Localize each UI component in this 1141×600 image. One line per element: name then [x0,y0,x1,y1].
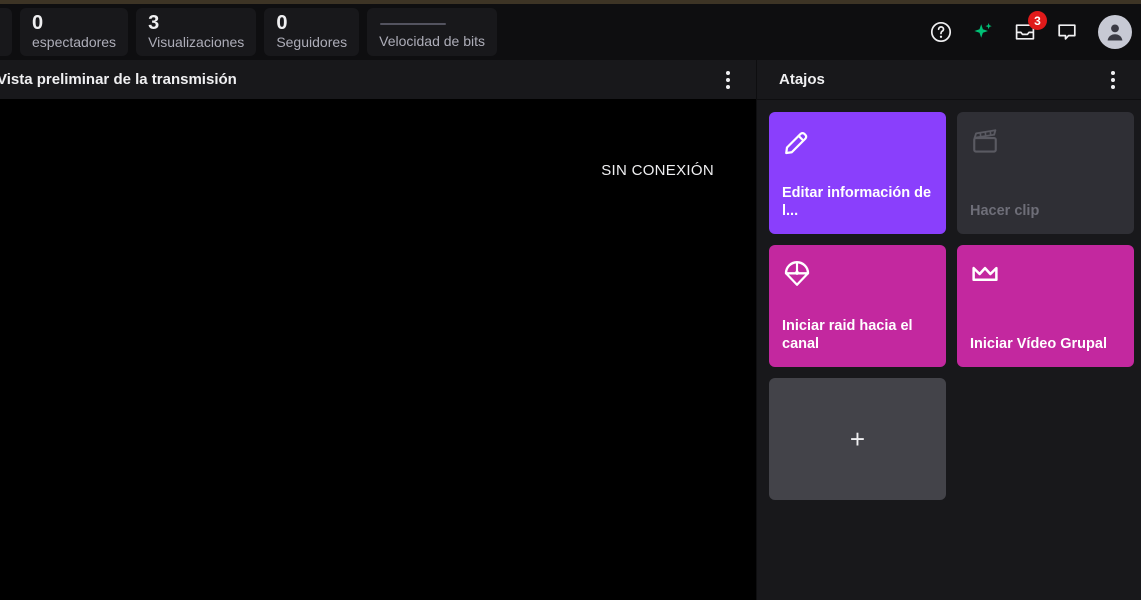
stat-label-bitrate: Velocidad de bits [379,32,485,49]
shortcuts-panel: Atajos Editar información de l... Hacer … [757,60,1141,600]
crown-icon [970,259,1121,289]
plus-icon: + [849,424,866,454]
stat-card-viewers[interactable]: 0 espectadores [20,8,129,56]
dashboard-header: 0 espectadores 3 Visualizaciones 0 Segui… [0,4,1141,60]
stat-card-views[interactable]: 3 Visualizaciones [136,8,257,56]
shortcut-start-squad-stream[interactable]: Iniciar Vídeo Grupal [957,245,1134,367]
shortcut-label-create-clip: Hacer clip [970,203,1040,219]
stat-value-bitrate-placeholder [380,22,447,25]
header-actions: 3 [928,11,1141,49]
shortcut-label-edit-stream-info: Editar información de l... [782,185,932,219]
stat-value-followers: 0 [276,11,288,34]
offline-status-label: SIN CONEXIÓN [601,162,714,179]
shortcut-create-clip: Hacer clip [957,112,1134,234]
shortcuts-title: Atajos [779,71,825,88]
shortcut-label-start-squad-stream: Iniciar Vídeo Grupal [970,336,1107,352]
stat-label-views: Visualizaciones [148,33,245,50]
help-icon[interactable] [928,19,954,45]
clapperboard-icon [970,126,1121,156]
shortcut-label-start-raid: Iniciar raid hacia el canal [782,318,913,352]
shortcuts-menu-button[interactable] [1101,68,1125,92]
stat-value-views: 3 [148,11,160,34]
stream-preview-panel: Vista preliminar de la transmisión SIN C… [0,60,756,600]
kebab-dot [726,84,730,89]
kebab-dot [1111,70,1115,75]
stream-preview-header: Vista preliminar de la transmisión [0,60,756,100]
shortcuts-header: Atajos [757,60,1141,100]
shortcuts-grid: Editar información de l... Hacer clip In… [757,100,1141,500]
inbox-badge-count: 3 [1028,11,1047,30]
stat-card-followers[interactable]: 0 Seguidores [264,8,360,56]
stats-strip: 0 espectadores 3 Visualizaciones 0 Segui… [0,4,505,60]
kebab-dot [1111,84,1115,89]
stat-value-viewers: 0 [32,11,44,34]
stream-preview-video-area[interactable]: SIN CONEXIÓN [0,100,756,600]
stat-label-followers: Seguidores [276,33,348,50]
parachute-icon [782,259,933,289]
kebab-dot [1111,77,1115,82]
sparkle-icon[interactable] [970,19,996,45]
kebab-dot [726,77,730,82]
inbox-icon[interactable]: 3 [1012,11,1047,45]
shortcut-edit-stream-info[interactable]: Editar información de l... [769,112,946,234]
stat-card-partial [0,8,12,56]
page-title: Vista preliminar de la transmisión [0,71,237,88]
stat-card-bitrate[interactable]: Velocidad de bits [367,8,497,56]
kebab-dot [726,70,730,75]
pencil-icon [782,126,933,156]
stream-preview-menu-button[interactable] [716,68,740,92]
shortcut-start-raid[interactable]: Iniciar raid hacia el canal [769,245,946,367]
avatar[interactable] [1098,15,1132,49]
chat-icon[interactable] [1054,19,1080,45]
stat-label-viewers: espectadores [32,33,117,50]
shortcut-add[interactable]: + [769,378,946,500]
